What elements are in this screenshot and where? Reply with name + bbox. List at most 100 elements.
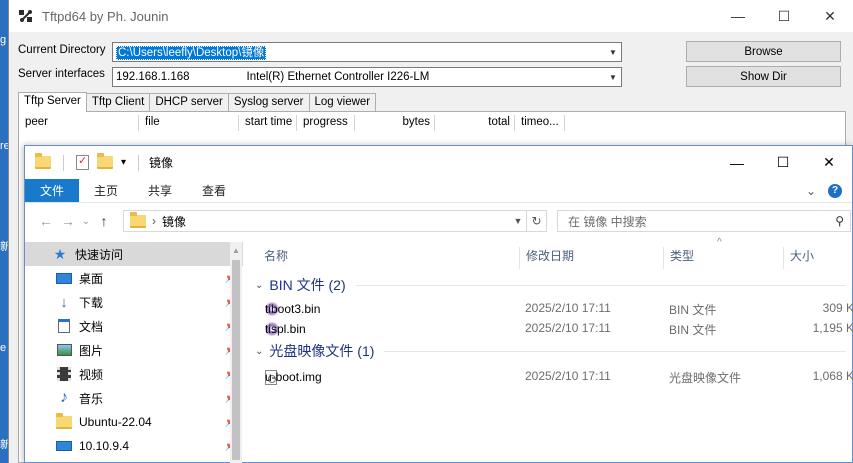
file-type: BIN 文件 (669, 323, 717, 337)
group-header-disc-image[interactable]: ⌄ 光盘映像文件 (1) (243, 338, 853, 364)
sidebar-item-ubuntu[interactable]: Ubuntu-22.04 📌 (25, 410, 243, 434)
ribbon-tab-share[interactable]: 共享 (133, 179, 187, 202)
sidebar-item-label: 图片 (79, 343, 104, 358)
close-button[interactable]: ✕ (807, 0, 853, 32)
column-start-time[interactable]: start time (239, 115, 297, 131)
ribbon-tab-view[interactable]: 查看 (187, 179, 241, 202)
column-file[interactable]: file (139, 115, 239, 131)
column-type[interactable]: 类型 (663, 247, 694, 269)
new-folder-icon[interactable] (97, 153, 113, 169)
chevron-down-icon[interactable]: ⌄ (255, 280, 263, 291)
sidebar-item-label: Ubuntu-22.04 (79, 415, 152, 429)
explorer-titlebar[interactable]: ▾ 镜像 — ☐ ✕ (25, 146, 852, 179)
tab-dhcp-server[interactable]: DHCP server (149, 93, 229, 111)
chevron-down-icon[interactable]: ▼ (510, 216, 526, 226)
tab-log-viewer[interactable]: Log viewer (308, 93, 377, 111)
breadcrumb[interactable]: 镜像 (162, 213, 186, 230)
group-header-bin[interactable]: ⌄ BIN 文件 (2) (243, 272, 853, 298)
sidebar-item-videos[interactable]: 视频 📌 (25, 362, 243, 386)
close-button[interactable]: ✕ (806, 147, 852, 179)
breadcrumb-separator-icon[interactable]: › (152, 214, 156, 228)
file-row[interactable]: tispl.bin 2025/2/10 17:11 BIN 文件 1,195 K (243, 318, 853, 338)
sidebar-item-label: 快速访问 (75, 247, 124, 262)
file-list-header: 名称 修改日期 类型 ^ 大小 (243, 237, 853, 269)
chevron-down-icon[interactable]: ▼ (605, 68, 621, 86)
browse-button[interactable]: Browse (686, 41, 841, 62)
chevron-down-icon[interactable]: ⌄ (255, 346, 263, 357)
minimize-button[interactable]: — (715, 0, 761, 32)
file-size: 1,068 K (812, 369, 853, 383)
sidebar-item-documents[interactable]: 文档 📌 (25, 314, 243, 338)
column-timeout[interactable]: timeo... (515, 115, 565, 131)
pictures-icon (55, 344, 73, 356)
tab-tftp-server[interactable]: Tftp Server (18, 92, 87, 112)
file-type: BIN 文件 (669, 303, 717, 317)
column-name[interactable]: 名称 (258, 247, 288, 269)
sidebar-item-label: 下载 (79, 295, 104, 310)
tftpd-app-icon (19, 10, 32, 22)
current-directory-value: C:\Users\leefly\Desktop\镜像 (116, 46, 267, 60)
navigation-scrollbar[interactable]: ▲ (230, 242, 242, 463)
forward-button[interactable]: → (57, 213, 79, 229)
scroll-up-icon[interactable]: ▲ (230, 242, 242, 255)
file-type: 光盘映像文件 (669, 371, 742, 385)
sidebar-item-downloads[interactable]: ↓ 下载 📌 (25, 290, 243, 314)
desktop-edge-text: e (0, 342, 7, 354)
maximize-button[interactable]: ☐ (760, 147, 806, 179)
sidebar-item-label: 文档 (79, 319, 104, 334)
column-progress[interactable]: progress (297, 115, 355, 131)
recent-locations-button[interactable]: ⌄ (79, 216, 93, 227)
show-dir-button[interactable]: Show Dir (686, 66, 841, 87)
maximize-button[interactable]: ☐ (761, 0, 807, 32)
file-row[interactable]: tiboot3.bin 2025/2/10 17:11 BIN 文件 309 K (243, 298, 853, 318)
quick-access-toolbar: ▾ (35, 153, 143, 171)
ribbon-expand-icon[interactable]: ⌄ (806, 184, 816, 198)
current-directory-combo[interactable]: C:\Users\leefly\Desktop\镜像 ▼ (112, 42, 622, 62)
server-interfaces-combo[interactable]: 192.168.1.168 Intel(R) Ethernet Controlle… (112, 67, 622, 87)
refresh-button[interactable]: ↻ (527, 210, 547, 232)
address-bar[interactable]: › 镜像 ▼ (123, 210, 527, 232)
tab-syslog-server[interactable]: Syslog server (227, 93, 310, 111)
column-modified[interactable]: 修改日期 (519, 247, 574, 269)
scrollbar-thumb[interactable] (232, 260, 240, 460)
file-modified: 2025/2/10 17:11 (525, 301, 611, 315)
file-row[interactable]: u-boot.img 2025/2/10 17:11 光盘映像文件 1,068 … (243, 366, 853, 386)
folder-icon (55, 412, 73, 429)
chevron-down-icon[interactable]: ▼ (605, 43, 621, 61)
up-button[interactable]: ↑ (93, 213, 115, 229)
folder-icon (130, 211, 146, 228)
ribbon-tabs: 文件 主页 共享 查看 ⌄ ? (25, 179, 852, 203)
chevron-down-icon[interactable]: ▾ (121, 157, 126, 168)
sidebar-item-network-share[interactable]: 10.10.9.4 📌 (25, 434, 243, 458)
column-bytes[interactable]: bytes (355, 115, 435, 131)
column-size[interactable]: 大小 (783, 247, 814, 269)
network-icon (55, 441, 73, 451)
back-button[interactable]: ← (35, 213, 57, 229)
file-list[interactable]: 名称 修改日期 类型 ^ 大小 ⌄ BIN 文件 (2) tiboot3.bin… (243, 237, 853, 463)
column-peer[interactable]: peer (19, 115, 139, 131)
folder-icon (35, 153, 51, 169)
sidebar-item-music[interactable]: ♪ 音乐 📌 (25, 386, 243, 410)
transfer-list-header: peer file start time progress bytes tota… (19, 115, 565, 131)
sidebar-item-label: 桌面 (79, 271, 104, 286)
minimize-button[interactable]: — (714, 147, 760, 179)
navigation-pane: ★ 快速访问 桌面 📌 ↓ 下载 📌 文档 📌 图片 📌 视频 📌 (25, 242, 243, 463)
search-icon: ⚲ (835, 214, 844, 228)
tftpd-titlebar[interactable]: Tftpd64 by Ph. Jounin — ☐ ✕ (9, 0, 853, 32)
current-directory-label: Current Directory (18, 44, 106, 56)
ribbon-tab-home[interactable]: 主页 (79, 179, 133, 202)
sidebar-item-label: 音乐 (79, 391, 104, 406)
sidebar-item-quick-access[interactable]: ★ 快速访问 (25, 242, 243, 266)
properties-icon[interactable] (76, 154, 89, 170)
file-size: 1,195 K (812, 321, 853, 335)
ribbon-tab-file[interactable]: 文件 (25, 179, 80, 202)
tab-tftp-client[interactable]: Tftp Client (85, 93, 151, 111)
sidebar-item-pictures[interactable]: 图片 📌 (25, 338, 243, 362)
column-total[interactable]: total (435, 115, 515, 131)
sidebar-item-label: 视频 (79, 367, 104, 382)
help-icon[interactable]: ? (828, 183, 842, 198)
file-name: tiboot3.bin (265, 302, 321, 316)
search-input[interactable]: 在 镜像 中搜索 ⚲ (557, 210, 851, 232)
sidebar-item-desktop[interactable]: 桌面 📌 (25, 266, 243, 290)
star-icon: ★ (53, 245, 67, 262)
